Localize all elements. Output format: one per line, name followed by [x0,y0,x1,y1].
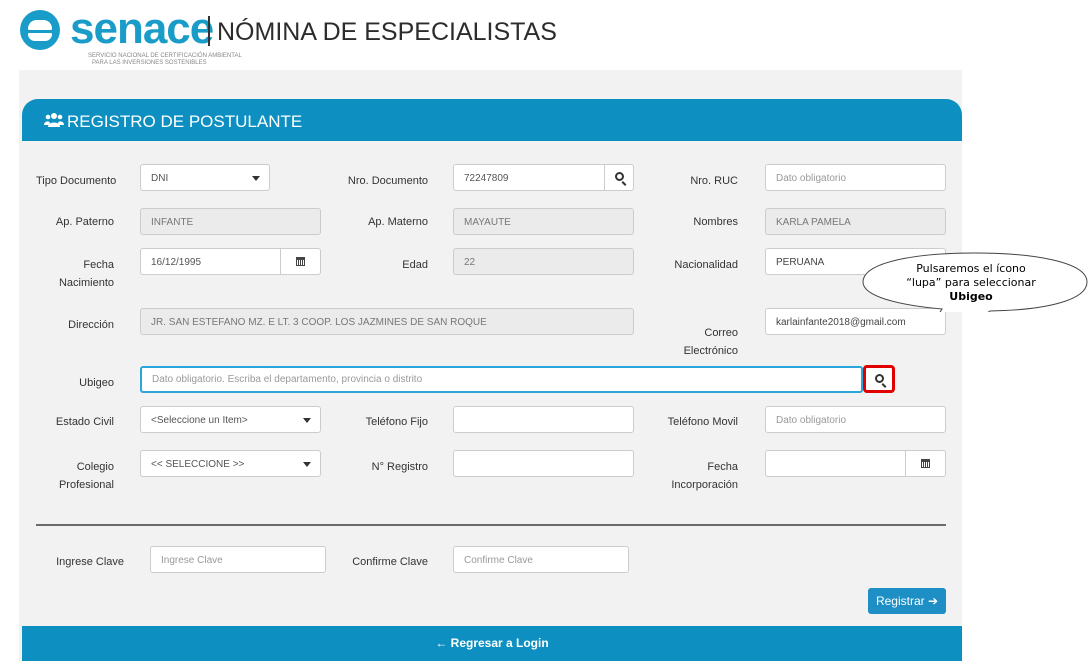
fecha-incorporacion-label-line1: Fecha [707,461,738,473]
nro-ruc-label: Nro. RUC [690,175,738,187]
estado-civil-label: Estado Civil [55,416,114,428]
nombres-label: Nombres [693,216,738,228]
regresar-login-link[interactable]: ← Regresar a Login [22,626,962,661]
fecha-incorporacion-calendar-button[interactable] [905,450,946,477]
fecha-nacimiento-value: 16/12/1995 [151,257,202,268]
brand-subtitle-line2: PARA LAS INVERSIONES SOSTENIBLES [92,60,207,66]
chevron-down-icon [252,176,260,181]
nro-documento-label: Nro. Documento [347,175,428,187]
colegio-profesional-select[interactable]: << SELECCIONE >> [140,450,321,477]
edad-field: 22 [453,248,634,275]
callout-line2: “lupa” para seleccionar [906,276,1036,289]
nro-documento-search-button[interactable] [604,164,634,191]
senace-logo-icon [20,10,60,50]
brand-subtitle-line1: SERVICIO NACIONAL DE CERTIFICACIÓN AMBIE… [88,53,242,59]
clave-input[interactable]: Ingrese Clave [150,546,326,573]
direccion-label: Dirección [68,319,114,331]
page-title: NÓMINA DE ESPECIALISTAS [217,18,557,46]
telefono-fijo-input[interactable] [453,406,634,433]
callout-line3: Ubigeo [949,290,993,303]
calendar-icon [296,257,305,266]
estado-civil-value: <Seleccione un Item> [151,415,248,426]
search-icon [615,172,624,181]
ap-paterno-label: Ap. Paterno [55,216,114,228]
calendar-icon [921,459,930,468]
telefono-movil-input[interactable]: Dato obligatorio [765,406,946,433]
fecha-nacimiento-label-line1: Fecha [83,259,114,271]
ubigeo-search-button[interactable] [863,365,895,393]
tipo-documento-label: Tipo Documento [36,175,117,187]
tipo-documento-value: DNI [151,173,169,184]
ap-materno-field: MAYAUTE [453,208,634,235]
colegio-profesional-value: << SELECCIONE >> [151,459,245,470]
edad-label: Edad [402,259,428,271]
users-icon [44,113,64,127]
confirme-clave-label: Confirme Clave [352,556,428,568]
section-divider [36,524,946,526]
fecha-incorporacion-input[interactable] [765,450,906,477]
chevron-down-icon [303,418,311,423]
ap-materno-label: Ap. Materno [368,216,428,228]
ubigeo-input[interactable]: Dato obligatorio. Escriba el departament… [140,366,863,393]
panel-title: REGISTRO DE POSTULANTE [67,112,303,131]
colegio-profesional-label-line1: Colegio [76,461,114,473]
direccion-field: JR. SAN ESTEFANO MZ. E LT. 3 COOP. LOS J… [140,308,634,335]
nro-registro-label: N° Registro [371,461,428,473]
confirme-clave-input[interactable]: Confirme Clave [453,546,629,573]
ubigeo-label: Ubigeo [79,377,114,389]
fecha-nacimiento-input[interactable]: 16/12/1995 [140,248,281,275]
nro-documento-input[interactable]: 72247809 [453,164,605,191]
clave-label: Ingrese Clave [56,556,124,568]
registrar-button[interactable]: Registrar ➔ [868,588,946,614]
tipo-documento-select[interactable]: DNI [140,164,270,191]
nacionalidad-label: Nacionalidad [674,259,738,271]
chevron-down-icon [303,462,311,467]
ap-paterno-field: INFANTE [140,208,321,235]
callout-text: Pulsaremos el ícono “lupa” para seleccio… [880,262,1062,304]
fecha-nacimiento-label-line2: Nacimiento [58,277,114,289]
nro-documento-value: 72247809 [464,173,509,184]
fecha-nacimiento-calendar-button[interactable] [280,248,321,275]
estado-civil-select[interactable]: <Seleccione un Item> [140,406,321,433]
correo-label-line2: Electrónico [683,345,738,357]
fecha-incorporacion-label-line2: Incorporación [671,479,738,491]
correo-input[interactable]: karlainfante2018@gmail.com [765,308,946,335]
brand-name: senace [70,4,214,53]
colegio-profesional-label-line2: Profesional [58,479,114,491]
callout-line1: Pulsaremos el ícono [916,262,1026,275]
telefono-fijo-label: Teléfono Fijo [365,416,428,428]
nro-registro-input[interactable] [453,450,634,477]
brand-separator [208,16,210,46]
nro-ruc-input[interactable]: Dato obligatorio [765,164,946,191]
correo-label-line1: Correo [704,327,738,339]
telefono-movil-label: Teléfono Movil [667,416,738,428]
search-icon [875,374,884,383]
nombres-field: KARLA PAMELA [765,208,946,235]
